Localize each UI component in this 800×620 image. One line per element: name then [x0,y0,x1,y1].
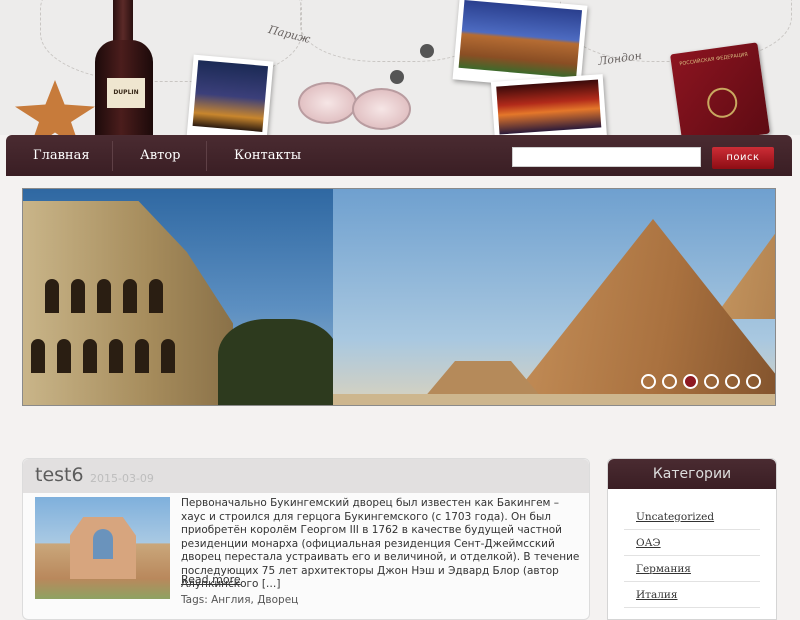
header-banner: DUPLIN Париж Лондон РОССИЙСКАЯ ФЕДЕРАЦИЯ [0,0,800,135]
passport-image: РОССИЙСКАЯ ФЕДЕРАЦИЯ [670,42,770,135]
blog-post: test6 2015-03-09 Первоначально Букингемс… [22,458,590,620]
post-excerpt: Первоначально Букингемский дворец был из… [181,497,580,590]
category-item: Германия [624,556,760,582]
search-input[interactable] [512,147,701,167]
starfish-image [15,80,95,135]
category-item: ОАЭ [624,530,760,556]
slider-dot[interactable] [704,374,719,389]
image-slider[interactable] [22,188,776,406]
earphones-image [390,70,404,84]
nav-divider [112,141,113,171]
wine-bottle-image: DUPLIN [95,0,157,135]
nav-item-contacts[interactable]: Контакты [234,135,301,176]
post-thumbnail[interactable] [35,497,170,599]
slider-dot[interactable] [641,374,656,389]
sunglasses-lens [352,88,411,130]
category-item: Uncategorized [624,504,760,530]
search-button[interactable]: поиск [712,147,774,169]
category-link[interactable]: ОАЭ [636,537,661,549]
paris-photo [186,54,274,135]
post-tags: Tags: Англия, Дворец [181,594,299,606]
post-title[interactable]: test6 [35,464,84,486]
categories-widget: Категории Uncategorized ОАЭ Германия Ита… [607,458,777,620]
post-header: test6 2015-03-09 [23,459,589,493]
earphones-image [420,44,434,58]
london-photo [490,74,608,135]
slider-pagination [641,374,761,389]
read-more-link[interactable]: Read more [181,573,241,586]
slider-dot[interactable] [662,374,677,389]
category-link[interactable]: Италия [636,589,678,601]
nav-item-home[interactable]: Главная [33,135,90,176]
nav-item-author[interactable]: Автор [140,135,181,176]
category-link[interactable]: Германия [636,563,691,575]
pyramids-slide-image [333,189,775,405]
slider-dot[interactable] [725,374,740,389]
slider-dot-active[interactable] [683,374,698,389]
slider-dot[interactable] [746,374,761,389]
category-link[interactable]: Uncategorized [636,511,714,523]
post-date: 2015-03-09 [90,472,154,485]
category-item: Италия [624,582,760,608]
nav-divider [206,141,207,171]
sunglasses-image [298,82,357,124]
colosseum-slide-image [23,189,333,405]
categories-title: Категории [608,459,776,489]
